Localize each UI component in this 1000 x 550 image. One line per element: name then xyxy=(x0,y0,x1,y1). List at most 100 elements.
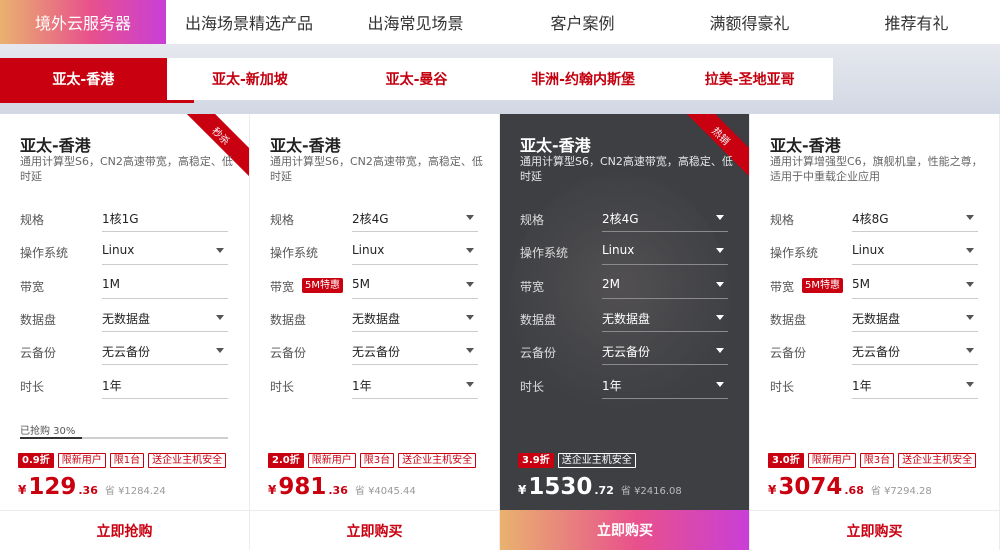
chevron-down-icon xyxy=(966,248,974,253)
disk-row: 数据盘 无数据盘 xyxy=(250,302,499,336)
promo-tags: 3.9折 送企业主机安全 xyxy=(518,453,636,468)
region-tabs: 亚太-香港 亚太-新加坡 亚太-曼谷 非洲-约翰内斯堡 拉美-圣地亚哥 xyxy=(0,58,833,100)
sold-progress-label: 已抢购 30% xyxy=(20,426,76,437)
duration-select[interactable]: 1年 xyxy=(852,371,978,399)
os-select[interactable]: Linux xyxy=(852,237,978,265)
backup-value: 无云备份 xyxy=(352,345,401,359)
os-row: 操作系统 Linux xyxy=(500,235,749,269)
bandwidth-promo-badge: 5M特惠 xyxy=(302,278,343,293)
promo-tag: 送企业主机安全 xyxy=(148,453,227,468)
os-value: Linux xyxy=(352,243,385,257)
bandwidth-value: 5M xyxy=(852,277,870,291)
disk-select[interactable]: 无数据盘 xyxy=(352,304,478,332)
backup-label: 云备份 xyxy=(770,346,807,360)
chevron-down-icon xyxy=(466,348,474,353)
chevron-down-icon xyxy=(466,248,474,253)
currency-symbol: ¥ xyxy=(518,483,527,497)
price: ¥ 129 .36 省 ¥1284.24 xyxy=(18,474,166,500)
duration-row: 时长 1年 xyxy=(0,369,249,403)
price-integer: 1530 xyxy=(528,474,593,500)
tab-featured-products[interactable]: 出海场景精选产品 xyxy=(166,0,332,44)
os-select[interactable]: Linux xyxy=(352,237,478,265)
disk-select[interactable]: 无数据盘 xyxy=(602,304,728,332)
buy-now-button[interactable]: 立即抢购 xyxy=(0,510,249,550)
savings-amount: ¥4045.44 xyxy=(368,486,416,497)
promo-tag: 送企业主机安全 xyxy=(898,453,977,468)
region-tab-santiago[interactable]: 拉美-圣地亚哥 xyxy=(666,58,833,100)
bandwidth-select[interactable]: 5M xyxy=(352,271,478,299)
bandwidth-select[interactable]: 5M xyxy=(852,271,978,299)
chevron-down-icon xyxy=(716,382,724,387)
duration-value: 1年 xyxy=(852,379,872,393)
sold-progress-fill xyxy=(20,437,83,439)
disk-label: 数据盘 xyxy=(270,313,307,327)
discount-tag: 3.0折 xyxy=(768,453,804,468)
region-tab-johannesburg[interactable]: 非洲-约翰内斯堡 xyxy=(500,58,667,100)
os-row: 操作系统 Linux xyxy=(0,235,249,269)
spec-select[interactable]: 2核4G xyxy=(352,204,478,232)
duration-select[interactable]: 1年 xyxy=(602,371,728,399)
os-select[interactable]: Linux xyxy=(102,237,228,265)
discount-tag: 0.9折 xyxy=(18,453,54,468)
bandwidth-label: 带宽 xyxy=(770,280,795,294)
spec-value: 2核4G xyxy=(352,212,389,226)
duration-select[interactable]: 1年 xyxy=(102,371,228,399)
savings: 省 ¥4045.44 xyxy=(355,482,416,497)
tab-gift-rewards[interactable]: 满额得豪礼 xyxy=(666,0,833,44)
spec-select[interactable]: 2核4G xyxy=(602,204,728,232)
savings: 省 ¥2416.08 xyxy=(621,482,682,497)
spec-select[interactable]: 4核8G xyxy=(852,204,978,232)
price-integer: 129 xyxy=(28,474,77,500)
buy-now-button[interactable]: 立即购买 xyxy=(250,510,499,550)
card-title: 亚太-香港 xyxy=(20,136,91,155)
chevron-down-icon xyxy=(966,315,974,320)
promo-tags: 3.0折 限新用户 限3台 送企业主机安全 xyxy=(768,453,977,468)
chevron-down-icon xyxy=(966,382,974,387)
disk-label: 数据盘 xyxy=(20,313,57,327)
currency-symbol: ¥ xyxy=(268,483,277,497)
product-card-featured: 热销 亚太-香港 通用计算型S6，CN2高速带宽，高稳定、低时延 规格 2核4G… xyxy=(500,114,750,550)
bandwidth-value: 1M xyxy=(102,277,120,291)
tab-overseas-cloud-server[interactable]: 境外云服务器 xyxy=(0,0,166,44)
buy-now-button[interactable]: 立即购买 xyxy=(750,510,999,550)
bandwidth-row: 带宽 5M特惠 5M xyxy=(250,269,499,303)
region-tab-hongkong[interactable]: 亚太-香港 xyxy=(0,58,167,100)
spec-select[interactable]: 1核1G xyxy=(102,204,228,232)
buy-now-button[interactable]: 立即购买 xyxy=(500,510,749,550)
promo-tag: 限1台 xyxy=(109,453,145,468)
backup-select[interactable]: 无云备份 xyxy=(102,337,228,365)
chevron-down-icon xyxy=(466,315,474,320)
bandwidth-label: 带宽 xyxy=(520,280,545,294)
savings-prefix: 省 xyxy=(354,486,365,497)
tab-common-scenarios[interactable]: 出海常见场景 xyxy=(332,0,499,44)
disk-row: 数据盘 无数据盘 xyxy=(0,302,249,336)
backup-select[interactable]: 无云备份 xyxy=(852,337,978,365)
duration-label: 时长 xyxy=(20,380,45,394)
savings-prefix: 省 xyxy=(870,486,881,497)
product-card: 亚太-香港 通用计算增强型C6，旗舰机皇，性能之尊，适用于中重载企业应用 规格 … xyxy=(750,114,1000,550)
disk-select[interactable]: 无数据盘 xyxy=(102,304,228,332)
card-title: 亚太-香港 xyxy=(520,136,591,155)
os-select[interactable]: Linux xyxy=(602,237,728,265)
bandwidth-promo-badge: 5M特惠 xyxy=(802,278,843,293)
promo-tags: 0.9折 限新用户 限1台 送企业主机安全 xyxy=(18,453,227,468)
region-tab-singapore[interactable]: 亚太-新加坡 xyxy=(167,58,334,100)
duration-value: 1年 xyxy=(352,379,372,393)
region-tab-bangkok[interactable]: 亚太-曼谷 xyxy=(333,58,500,100)
bandwidth-select[interactable]: 1M xyxy=(102,271,228,299)
disk-select[interactable]: 无数据盘 xyxy=(852,304,978,332)
bandwidth-select[interactable]: 2M xyxy=(602,271,728,299)
disk-value: 无数据盘 xyxy=(852,312,901,326)
tab-referral-rewards[interactable]: 推荐有礼 xyxy=(833,0,1000,44)
product-card: 秒杀 亚太-香港 通用计算型S6，CN2高速带宽，高稳定、低时延 规格 1核1G… xyxy=(0,114,250,550)
disk-label: 数据盘 xyxy=(770,313,807,327)
bandwidth-label: 带宽 xyxy=(270,280,295,294)
duration-select[interactable]: 1年 xyxy=(352,371,478,399)
product-card: 亚太-香港 通用计算型S6，CN2高速带宽，高稳定、低时延 规格 2核4G 操作… xyxy=(250,114,500,550)
os-label: 操作系统 xyxy=(770,246,819,260)
backup-select[interactable]: 无云备份 xyxy=(352,337,478,365)
price-decimal: .36 xyxy=(328,484,348,497)
backup-select[interactable]: 无云备份 xyxy=(602,337,728,365)
tab-customer-cases[interactable]: 客户案例 xyxy=(499,0,666,44)
savings-amount: ¥2416.08 xyxy=(634,486,682,497)
